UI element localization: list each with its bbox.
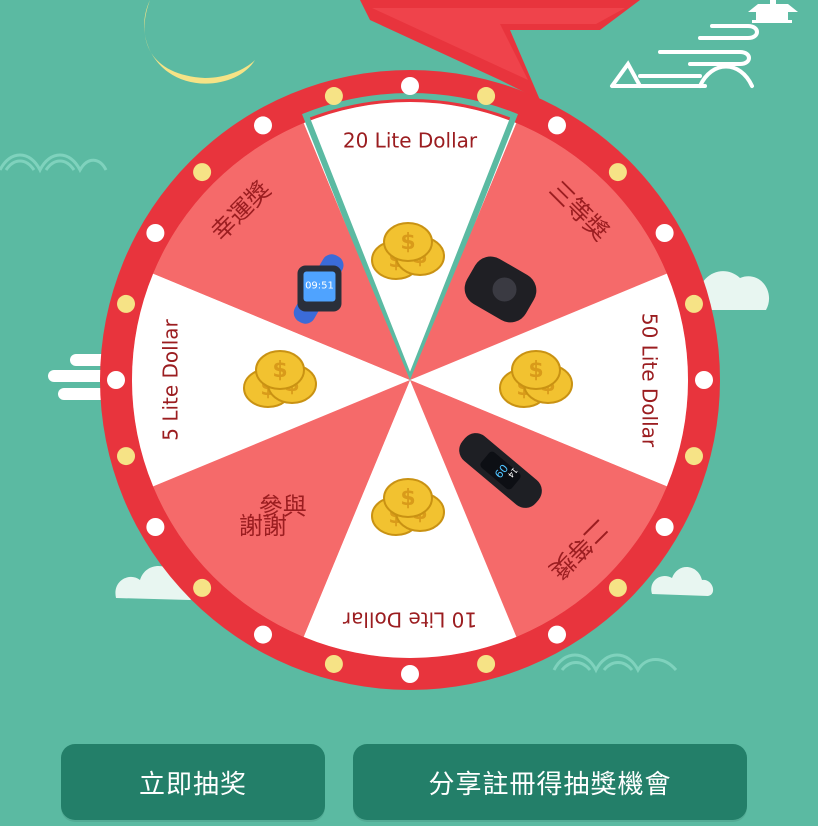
spin-now-button[interactable]: 立即抽奖 [61,744,325,820]
lucky-wheel-screen: 20 Lite Dollar 三等獎 50 Lite Dollar 二等獎 10 Lit… [0,0,818,826]
lightning-pointer-icon [360,0,640,100]
share-register-button[interactable]: 分享註冊得抽獎機會 [353,744,747,820]
